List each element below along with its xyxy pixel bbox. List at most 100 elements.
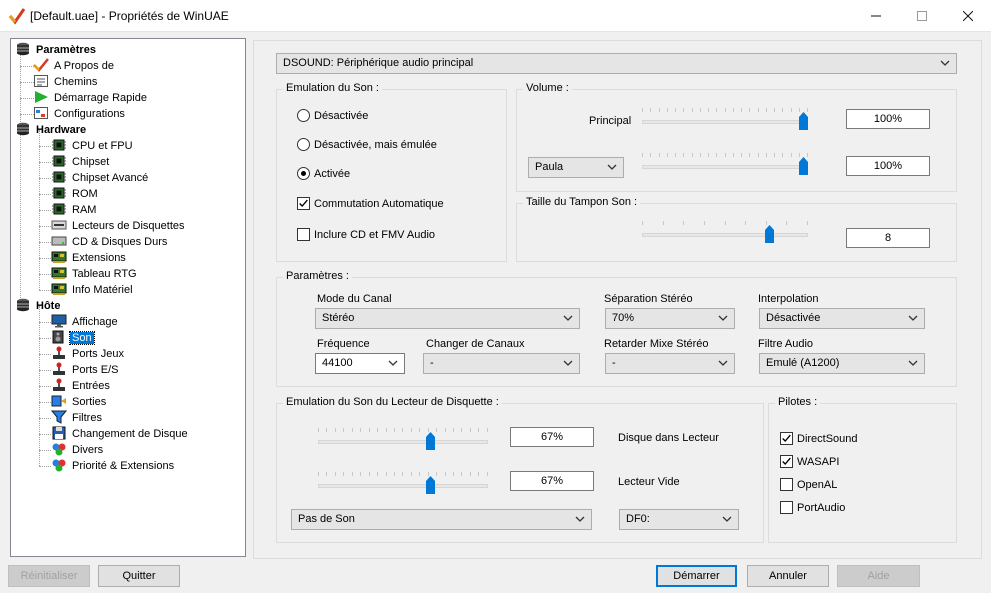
chevron-down-icon — [722, 516, 732, 522]
floppy-sound-select[interactable]: Pas de Son — [291, 509, 592, 530]
paula-volume-slider[interactable] — [642, 153, 808, 181]
tree-item[interactable]: Tableau RTG — [51, 266, 139, 282]
tree-item[interactable]: CPU et FPU — [51, 138, 135, 154]
tree-item[interactable]: Filtres — [50, 410, 104, 426]
misc-icon — [51, 442, 67, 456]
tree-item[interactable]: Son — [51, 330, 95, 346]
minimize-button[interactable] — [853, 0, 899, 32]
tree-item[interactable]: Divers — [51, 442, 105, 458]
tree-item[interactable]: Chemins — [33, 74, 99, 90]
cancel-button[interactable]: Annuler — [747, 565, 829, 587]
quit-button[interactable]: Quitter — [98, 565, 180, 587]
tree-item[interactable]: A Propos de — [33, 58, 116, 74]
tree-item[interactable]: RAM — [51, 202, 98, 218]
tree-item[interactable]: Lecteurs de Disquettes — [51, 218, 187, 234]
play-arrow-icon — [33, 90, 49, 104]
checkmark-icon — [33, 58, 49, 72]
slider-thumb[interactable] — [425, 475, 436, 495]
buffer-size-slider[interactable] — [642, 221, 808, 249]
tree-item[interactable]: Configurations — [33, 106, 127, 122]
audio-device-select[interactable]: DSOUND: Périphérique audio principal — [276, 53, 957, 74]
tree-item[interactable]: Hardware — [15, 122, 88, 138]
channel-mode-select[interactable]: Stéréo — [315, 308, 580, 329]
tree-item[interactable]: Ports Jeux — [51, 346, 126, 362]
chevron-down-icon — [607, 164, 617, 170]
tree-guide-line — [39, 338, 51, 339]
radio-enabled[interactable]: Activée — [297, 166, 350, 182]
tree-item[interactable]: Sorties — [51, 394, 108, 410]
tree-item-label: CD & Disques Durs — [72, 236, 168, 249]
frequency-select[interactable]: 44100 — [315, 353, 405, 374]
slider-thumb[interactable] — [798, 156, 809, 176]
reset-button[interactable]: Réinitialiser — [8, 565, 90, 587]
winuae-checkmark-icon — [8, 8, 26, 25]
stereo-separation-select[interactable]: 70% — [605, 308, 735, 329]
radio-circle — [297, 137, 310, 151]
disk-stack-icon — [15, 42, 31, 56]
checkbox-label: DirectSound — [797, 433, 858, 445]
swap-channels-select[interactable]: - — [423, 353, 580, 374]
paula-volume-value: 100% — [846, 156, 930, 176]
driver-wasapi-checkbox[interactable]: WASAPI — [780, 454, 839, 470]
auto-switch-checkbox[interactable]: Commutation Automatique — [297, 196, 444, 212]
close-button[interactable] — [945, 0, 991, 32]
slider-ticks — [318, 428, 488, 434]
disk-in-drive-slider[interactable] — [318, 428, 488, 456]
floppy-drive-select[interactable]: DF0: — [619, 509, 739, 530]
start-button[interactable]: Démarrer — [656, 565, 737, 587]
empty-drive-slider[interactable] — [318, 472, 488, 500]
tree-item[interactable]: Chipset — [51, 154, 111, 170]
radio-circle — [297, 108, 310, 122]
tree-guide-line — [39, 290, 51, 291]
slider-track — [318, 440, 488, 444]
tree-item[interactable]: Chipset Avancé — [51, 170, 150, 186]
interpolation-label: Interpolation — [758, 293, 819, 305]
buffer-size-group: Taille du Tampon Son : 8 — [516, 196, 957, 262]
interpolation-select[interactable]: Désactivée — [759, 308, 925, 329]
tree-item[interactable]: Hôte — [15, 298, 62, 314]
disk-in-drive-label: Disque dans Lecteur — [618, 432, 719, 444]
floppy-sound-group: Emulation du Son du Lecteur de Disquette… — [276, 396, 764, 543]
empty-drive-label: Lecteur Vide — [618, 476, 680, 488]
audio-device-value: DSOUND: Périphérique audio principal — [283, 57, 474, 69]
tree-item-label: Priorité & Extensions — [72, 460, 175, 473]
principal-volume-slider[interactable] — [642, 108, 808, 136]
tree-item-label: Chipset Avancé — [72, 172, 149, 185]
driver-portaudio-checkbox[interactable]: PortAudio — [780, 500, 845, 516]
tree-item[interactable]: Info Matériel — [51, 282, 135, 298]
help-button[interactable]: Aide — [837, 565, 920, 587]
tree-item-label: Configurations — [54, 108, 125, 121]
slider-thumb[interactable] — [764, 224, 775, 244]
paula-select[interactable]: Paula — [528, 157, 624, 178]
expansion-board-icon — [51, 250, 67, 264]
stereo-separation-label: Séparation Stéréo — [604, 293, 693, 305]
settings-tree[interactable]: Paramètres A Propos de Chemins Démarrage Ra… — [10, 38, 246, 557]
radio-disabled[interactable]: Désactivée — [297, 108, 368, 124]
audio-filter-select[interactable]: Emulé (A1200) — [759, 353, 925, 374]
hard-drive-icon — [51, 234, 67, 248]
maximize-button[interactable] — [899, 0, 945, 32]
swap-channels-label: Changer de Canaux — [426, 338, 525, 350]
tree-item[interactable]: Extensions — [51, 250, 128, 266]
driver-openal-checkbox[interactable]: OpenAL — [780, 477, 837, 493]
tree-item[interactable]: Ports E/S — [51, 362, 120, 378]
stereo-delay-select[interactable]: - — [605, 353, 735, 374]
radio-disabled-emulated[interactable]: Désactivée, mais émulée — [297, 137, 437, 153]
tree-guide-line — [39, 258, 51, 259]
tree-item[interactable]: CD & Disques Durs — [51, 234, 169, 250]
tree-guide-line — [39, 194, 51, 195]
tree-item[interactable]: Démarrage Rapide — [33, 90, 149, 106]
checkbox-label: Inclure CD et FMV Audio — [314, 229, 436, 241]
tree-item[interactable]: Affichage — [51, 314, 120, 330]
include-cd-fmv-checkbox[interactable]: Inclure CD et FMV Audio — [297, 227, 435, 243]
tree-item[interactable]: Entrées — [51, 378, 112, 394]
floppy-swap-icon — [51, 426, 67, 440]
sound-emulation-title: Emulation du Son : — [283, 82, 382, 94]
driver-directsound-checkbox[interactable]: DirectSound — [780, 431, 858, 447]
slider-thumb[interactable] — [798, 111, 809, 131]
tree-item[interactable]: Changement de Disque — [51, 426, 190, 442]
tree-item[interactable]: Priorité & Extensions — [51, 458, 176, 474]
slider-thumb[interactable] — [425, 431, 436, 451]
tree-item[interactable]: ROM — [51, 186, 100, 202]
tree-item[interactable]: Paramètres — [15, 42, 98, 58]
